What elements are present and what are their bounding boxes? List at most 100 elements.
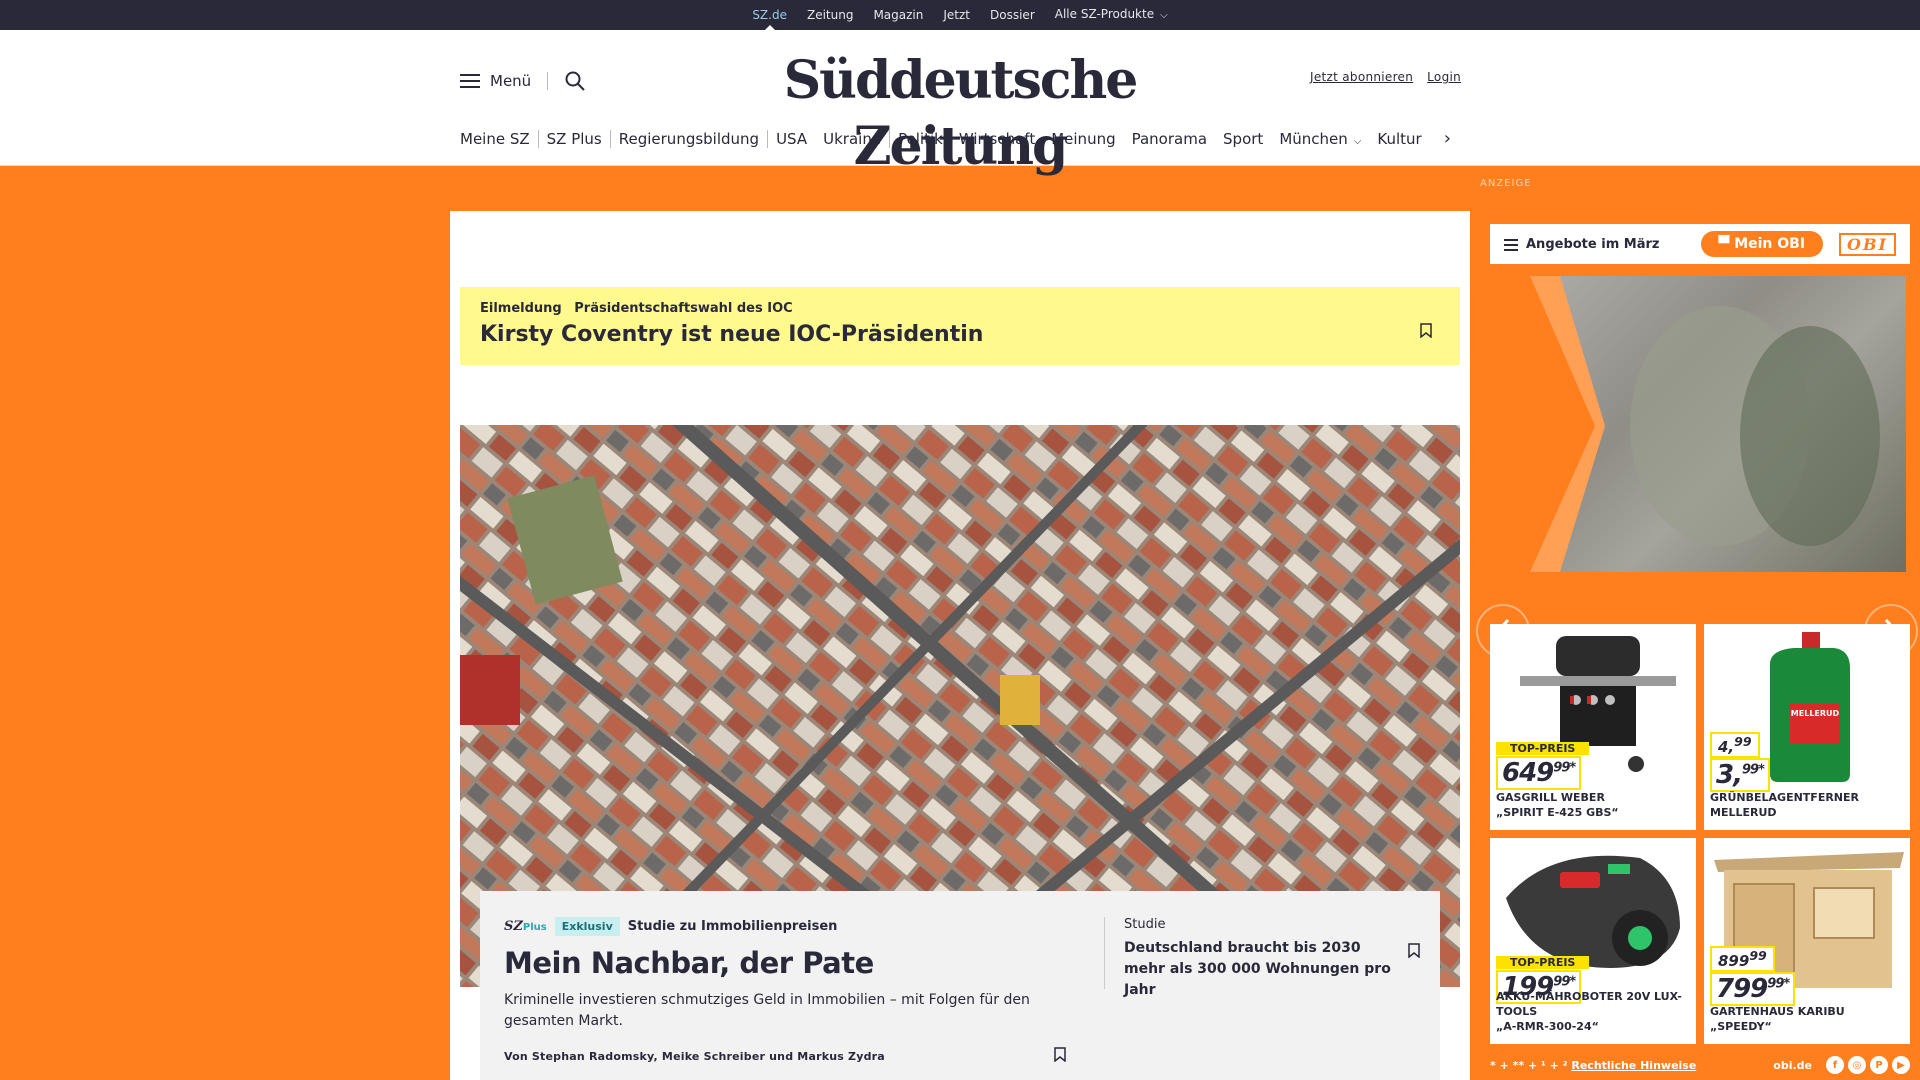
bookmark-icon[interactable] bbox=[1420, 323, 1432, 338]
main-nav: Meine SZ SZ Plus Regierungsbildung USA U… bbox=[460, 128, 1451, 149]
old-price-cents: 99 bbox=[1749, 948, 1767, 963]
all-products-label: Alle SZ-Produkte bbox=[1054, 7, 1155, 21]
top-price-badge: TOP-PREIS bbox=[1496, 956, 1590, 969]
nav-item-regierungsbildung[interactable]: Regierungsbildung bbox=[609, 129, 769, 148]
site-header: Menü Süddeutsche Zeitung Jetzt abonniere… bbox=[0, 30, 1920, 177]
ad-hero-image[interactable] bbox=[1490, 276, 1906, 572]
mein-obi-label: Mein OBI bbox=[1734, 236, 1806, 252]
product-tile[interactable]: TOP-PREIS 64999* GASGRILL WEBER „SPIRIT E… bbox=[1490, 624, 1696, 830]
product-name-line-1: GRÜNBELAGENTFERNER bbox=[1710, 791, 1859, 804]
youtube-icon[interactable]: ▶ bbox=[1892, 1056, 1910, 1074]
price-main-euro: 3, bbox=[1716, 760, 1743, 790]
sz-plus-logo: SZPlus bbox=[504, 919, 547, 934]
nav-item-kultur[interactable]: Kultur bbox=[1369, 130, 1429, 148]
breaking-headline[interactable]: Kirsty Coventry ist neue IOC-Präsidentin bbox=[480, 322, 1440, 347]
price-main-cents: 99 bbox=[1741, 762, 1759, 778]
mein-obi-button[interactable]: ▀ Mein OBI bbox=[1700, 231, 1824, 257]
facebook-icon[interactable]: f bbox=[1826, 1056, 1844, 1074]
old-price-euro: 899 bbox=[1718, 952, 1750, 970]
chevron-right-icon[interactable]: › bbox=[1444, 128, 1451, 149]
old-price: 89999 bbox=[1710, 946, 1775, 972]
lead-teaser: Kriminelle investieren schmutziges Geld … bbox=[504, 992, 1030, 1029]
nav-item-muenchen-label: München bbox=[1279, 129, 1348, 148]
price-main-asterisk: * bbox=[1758, 762, 1765, 778]
nav-item-usa[interactable]: USA bbox=[768, 130, 815, 148]
nav-item-politik[interactable]: Politik bbox=[890, 130, 951, 148]
product-name-line-2: MELLERUD bbox=[1710, 806, 1777, 819]
old-price-euro: 4, bbox=[1718, 738, 1735, 756]
hamburger-icon bbox=[1504, 238, 1518, 251]
menu-button[interactable]: Menü bbox=[490, 72, 531, 90]
nav-item-meinung[interactable]: Meinung bbox=[1043, 130, 1123, 148]
price-main-euro: 649 bbox=[1502, 758, 1554, 788]
lead-kicker: SZPlus Exklusiv Studie zu Immobilienprei… bbox=[504, 917, 1084, 936]
ad-label: ANZEIGE bbox=[1480, 178, 1532, 189]
breaking-topic: Präsidentschaftswahl des IOC bbox=[574, 301, 793, 316]
nav-item-meine-sz[interactable]: Meine SZ bbox=[460, 129, 539, 148]
price-main-asterisk: * bbox=[1569, 974, 1576, 990]
price-main-asterisk: * bbox=[1783, 976, 1790, 992]
topbar-link-magazin[interactable]: Magazin bbox=[863, 0, 933, 30]
lead-article-main: SZPlus Exklusiv Studie zu Immobilienprei… bbox=[504, 917, 1084, 1063]
ad-offers-menu[interactable]: Angebote im März bbox=[1504, 237, 1659, 252]
top-bar: SZ.de Zeitung Magazin Jetzt Dossier Alle… bbox=[0, 0, 1920, 31]
nav-item-sz-plus[interactable]: SZ Plus bbox=[539, 130, 610, 148]
pinterest-icon[interactable]: P bbox=[1870, 1056, 1888, 1074]
product-tile[interactable]: TOP-PREIS 19999* AKKU-MÄHROBOTER 20V LUX… bbox=[1490, 838, 1696, 1044]
sz-plus-logo-sz: SZ bbox=[504, 919, 523, 934]
divider bbox=[547, 72, 549, 90]
breaking-news-banner[interactable]: Eilmeldung Präsidentschaftswahl des IOC … bbox=[460, 287, 1460, 365]
side-kicker: Studie bbox=[1124, 917, 1166, 932]
topbar-link-all-products[interactable]: Alle SZ-Produkte ⌵ bbox=[1045, 0, 1178, 31]
price-main: 64999* bbox=[1498, 758, 1579, 788]
side-headline[interactable]: Deutschland braucht bis 2030 mehr als 30… bbox=[1124, 938, 1404, 1001]
hamburger-icon[interactable] bbox=[460, 73, 480, 89]
chevron-down-icon: ⌵ bbox=[1353, 135, 1362, 147]
price-main-cents: 99 bbox=[1553, 760, 1570, 776]
obi-domain[interactable]: obi.de bbox=[1773, 1059, 1812, 1072]
ad-offers-label: Angebote im März bbox=[1526, 236, 1660, 252]
nav-item-sport[interactable]: Sport bbox=[1215, 130, 1271, 148]
nav-item-ukraine[interactable]: Ukraine bbox=[815, 129, 891, 148]
product-name: AKKU-MÄHROBOTER 20V LUX-TOOLS „A-RMR-300-… bbox=[1496, 989, 1696, 1034]
price-main-asterisk: * bbox=[1569, 760, 1576, 776]
price-main: 79999* bbox=[1710, 972, 1796, 1006]
obi-arrow-graphic bbox=[1490, 276, 1880, 572]
card-divider bbox=[1104, 917, 1105, 989]
ad-footer: * + ** + ¹ + ² Rechtliche Hinweise obi.d… bbox=[1490, 1056, 1910, 1074]
obi-ad[interactable]: Angebote im März ▀ Mein OBI OBI TOP-PREI… bbox=[1476, 216, 1920, 1080]
nav-item-panorama[interactable]: Panorama bbox=[1124, 130, 1215, 148]
product-name-line-2: „SPIRIT E-425 GBS“ bbox=[1496, 806, 1619, 819]
price-tag: 89999 79999* bbox=[1710, 946, 1796, 1006]
login-link[interactable]: Login bbox=[1427, 70, 1461, 84]
lead-topic: Studie zu Immobilienpreisen bbox=[627, 919, 838, 934]
bookmark-icon[interactable] bbox=[1054, 1047, 1066, 1062]
lead-headline[interactable]: Mein Nachbar, der Pate bbox=[504, 946, 1084, 980]
product-tile[interactable]: 89999 79999* GARTENHAUS KARIBU „SPEEDY“ bbox=[1704, 838, 1910, 1044]
obi-logo[interactable]: OBI bbox=[1839, 232, 1896, 256]
product-name-line-1: AKKU-MÄHROBOTER 20V LUX-TOOLS bbox=[1496, 990, 1682, 1018]
bookmark-icon[interactable] bbox=[1408, 943, 1420, 958]
topbar-link-dossier[interactable]: Dossier bbox=[980, 0, 1045, 30]
lead-article-card[interactable]: SZPlus Exklusiv Studie zu Immobilienprei… bbox=[480, 891, 1440, 1080]
product-name: GASGRILL WEBER „SPIRIT E-425 GBS“ bbox=[1496, 790, 1619, 820]
product-name: GRÜNBELAGENTFERNER MELLERUD bbox=[1710, 790, 1859, 820]
topbar-link-szde[interactable]: SZ.de bbox=[742, 0, 797, 31]
nav-item-muenchen[interactable]: München ⌵ bbox=[1271, 130, 1369, 148]
old-price-cents: 99 bbox=[1734, 734, 1752, 749]
legal-notes-link[interactable]: Rechtliche Hinweise bbox=[1571, 1059, 1696, 1072]
product-tile[interactable]: MELLERUD 4,99 3,99* GRÜNBELAGENTFERNER ME… bbox=[1704, 624, 1910, 830]
price-main: 3,99* bbox=[1710, 758, 1770, 792]
side-article[interactable]: Studie Deutschland braucht bis 2030 mehr… bbox=[1124, 917, 1404, 1001]
breaking-kicker: Eilmeldung Präsidentschaftswahl des IOC bbox=[480, 301, 1440, 316]
nav-item-wirtschaft[interactable]: Wirtschaft bbox=[951, 130, 1043, 148]
instagram-icon[interactable]: ◎ bbox=[1848, 1056, 1866, 1074]
ad-header: Angebote im März ▀ Mein OBI OBI bbox=[1490, 224, 1910, 264]
breaking-label: Eilmeldung bbox=[480, 301, 562, 316]
price-tag: 4,99 3,99* bbox=[1710, 732, 1770, 792]
search-icon[interactable] bbox=[564, 70, 586, 92]
topbar-link-jetzt[interactable]: Jetzt bbox=[933, 0, 980, 30]
topbar-link-zeitung[interactable]: Zeitung bbox=[797, 0, 863, 30]
subscribe-link[interactable]: Jetzt abonnieren bbox=[1310, 70, 1413, 84]
site-logo[interactable]: Süddeutsche Zeitung bbox=[720, 48, 1200, 180]
